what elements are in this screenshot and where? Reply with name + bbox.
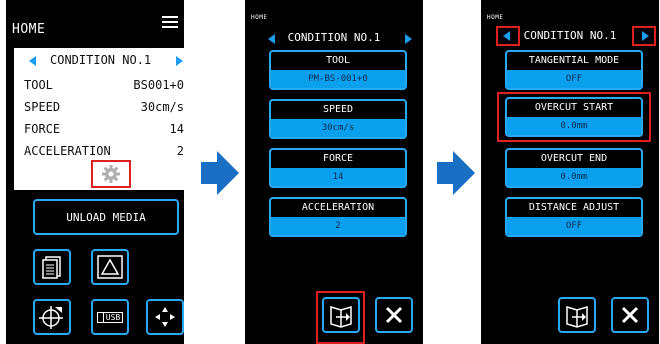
row-value: BS001+0 bbox=[133, 78, 184, 92]
row-speed: SPEED 30cm/s bbox=[24, 100, 184, 114]
unload-media-button[interactable]: UNLOAD MEDIA bbox=[33, 199, 179, 235]
usb-button[interactable]: USB bbox=[91, 299, 129, 335]
setting-value: 0.0mm bbox=[507, 168, 641, 186]
setting-label: ACCELERATION bbox=[301, 202, 375, 213]
document-icon bbox=[42, 256, 61, 279]
force-setting[interactable]: FORCE 14 bbox=[269, 148, 407, 188]
menu-icon[interactable] bbox=[162, 16, 178, 28]
close-icon bbox=[621, 306, 639, 324]
home-title: HOME bbox=[251, 14, 268, 21]
close-icon bbox=[385, 306, 403, 324]
setting-value: 30cm/s bbox=[271, 119, 405, 137]
home-title: HOME bbox=[12, 22, 46, 37]
move-arrows-icon bbox=[155, 307, 175, 327]
overcut-start-setting[interactable]: OVERCUT START 0.0mm bbox=[505, 97, 643, 137]
home-screen: HOME CONDITION NO.1 TOOL BS001+0 SPEED 3… bbox=[6, 0, 184, 344]
condition-title: CONDITION NO.1 bbox=[287, 31, 381, 44]
flow-arrow-icon bbox=[201, 151, 239, 195]
close-button[interactable] bbox=[611, 297, 649, 333]
setting-label: FORCE bbox=[322, 153, 354, 164]
gear-icon bbox=[102, 165, 120, 183]
speed-setting[interactable]: SPEED 30cm/s bbox=[269, 99, 407, 139]
row-force: FORCE 14 bbox=[24, 122, 184, 136]
setting-value: PM-BS-001+0 bbox=[271, 70, 405, 88]
acceleration-setting[interactable]: ACCELERATION 2 bbox=[269, 197, 407, 237]
condition-title: CONDITION NO.1 bbox=[50, 53, 152, 67]
crosshair-icon bbox=[39, 306, 63, 329]
setting-value: 14 bbox=[271, 168, 405, 186]
distance-adjust-setting[interactable]: DISTANCE ADJUST OFF bbox=[505, 197, 643, 237]
setting-value: OFF bbox=[507, 70, 641, 88]
book-arrow-icon bbox=[330, 305, 352, 328]
home-title: HOME bbox=[487, 14, 504, 21]
row-label: ACCELERATION bbox=[24, 144, 111, 158]
condition-screen-page1: HOME CONDITION NO.1 TOOL PM-BS-001+0 SPE… bbox=[245, 0, 423, 344]
row-value: 30cm/s bbox=[140, 100, 184, 114]
setting-value: 0.0mm bbox=[507, 117, 641, 135]
setting-label: SPEED bbox=[322, 104, 354, 115]
document-button[interactable] bbox=[33, 249, 71, 285]
next-page-button[interactable] bbox=[322, 297, 360, 333]
origin-button[interactable] bbox=[33, 299, 71, 335]
overcut-end-setting[interactable]: OVERCUT END 0.0mm bbox=[505, 148, 643, 188]
setting-value: OFF bbox=[507, 217, 641, 235]
row-value: 2 bbox=[176, 144, 184, 158]
next-page-button[interactable] bbox=[558, 297, 596, 333]
row-label: TOOL bbox=[24, 78, 53, 92]
move-button[interactable] bbox=[146, 299, 184, 335]
usb-icon: USB bbox=[96, 311, 124, 323]
setting-label: TOOL bbox=[325, 55, 351, 66]
next-condition-icon[interactable] bbox=[642, 31, 649, 41]
settings-highlight[interactable] bbox=[91, 160, 131, 188]
triangle-icon bbox=[97, 255, 123, 279]
row-label: SPEED bbox=[24, 100, 61, 114]
tool-setting[interactable]: TOOL PM-BS-001+0 bbox=[269, 50, 407, 90]
next-condition-icon[interactable] bbox=[405, 34, 412, 44]
tangential-mode-setting[interactable]: TANGENTIAL MODE OFF bbox=[505, 50, 643, 90]
row-value: 14 bbox=[169, 122, 184, 136]
setting-label: TANGENTIAL MODE bbox=[528, 55, 620, 66]
row-label: FORCE bbox=[24, 122, 61, 136]
triangle-button[interactable] bbox=[91, 249, 129, 285]
usb-label: USB bbox=[102, 311, 124, 323]
setting-label: DISTANCE ADJUST bbox=[528, 202, 620, 213]
row-acceleration: ACCELERATION 2 bbox=[24, 144, 184, 158]
flow-arrow-icon bbox=[437, 151, 475, 195]
close-button[interactable] bbox=[375, 297, 413, 333]
setting-label: OVERCUT START bbox=[534, 102, 614, 113]
row-tool: TOOL BS001+0 bbox=[24, 78, 184, 92]
next-condition-icon[interactable] bbox=[176, 56, 183, 66]
unload-media-label: UNLOAD MEDIA bbox=[66, 210, 146, 224]
page-dots-icon bbox=[568, 291, 576, 306]
setting-label: OVERCUT END bbox=[540, 153, 608, 164]
prev-condition-icon[interactable] bbox=[29, 56, 36, 66]
setting-value: 2 bbox=[271, 217, 405, 235]
book-arrow-icon bbox=[566, 305, 588, 328]
condition-screen-page2: HOME CONDITION NO.1 TANGENTIAL MODE OFF … bbox=[481, 0, 659, 344]
